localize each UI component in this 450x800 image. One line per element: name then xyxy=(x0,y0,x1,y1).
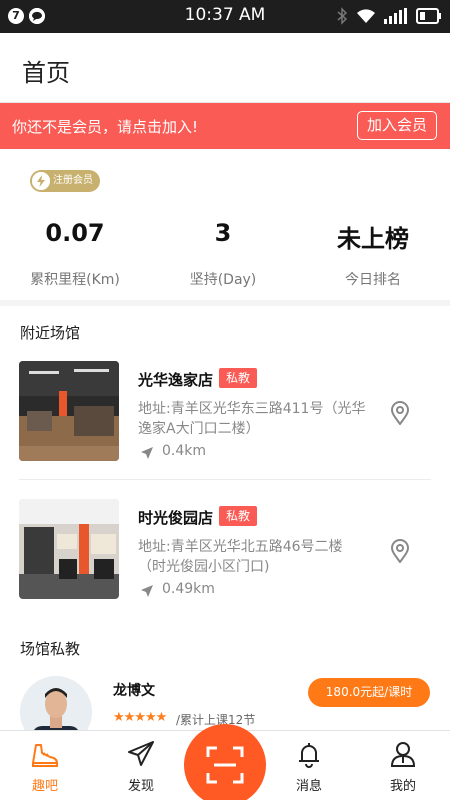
map-pin-icon[interactable] xyxy=(390,539,410,567)
tab-quba[interactable]: 趣吧 xyxy=(0,731,90,800)
tab-label: 发现 xyxy=(127,779,154,794)
venue-coaches-section: 场馆私教 龙博文 ★★★★★ /累计上课12节 180.0元起/课时 xyxy=(0,624,450,748)
private-coach-tag: 私教 xyxy=(219,506,258,526)
page-title: 首页 xyxy=(22,59,70,87)
stat-label: 今日排名 xyxy=(345,272,401,288)
divider xyxy=(19,479,431,480)
stat-value: 0.07 xyxy=(45,219,105,247)
section-title-nearby: 附近场馆 xyxy=(20,324,81,342)
venue-name: 时光俊园店 xyxy=(138,509,214,527)
rating-stars-icon: ★★★★★ xyxy=(113,710,167,725)
bluetooth-icon xyxy=(336,7,348,29)
venue-card[interactable]: 光华逸家店 私教 地址:青羊区光华东三路411号（光华逸家A大门口二楼） 0.4… xyxy=(0,361,450,481)
stat-value: 未上榜 xyxy=(337,225,409,253)
tab-mine[interactable]: 我的 xyxy=(358,731,448,800)
coach-name: 龙博文 xyxy=(113,683,155,699)
status-bar: 7 10:37 AM xyxy=(0,0,450,33)
navigation-arrow-icon xyxy=(140,445,154,464)
venue-photo xyxy=(19,499,119,599)
app-header: 首页 xyxy=(0,33,450,103)
tab-label: 趣吧 xyxy=(31,779,58,794)
tab-label: 消息 xyxy=(295,779,322,794)
lightning-icon xyxy=(32,172,50,190)
venue-address: 地址:青羊区光华北五路46号二楼（时光俊园小区门口) xyxy=(138,539,343,575)
tab-label: 我的 xyxy=(389,779,416,794)
register-member-label: 注册会员 xyxy=(53,175,93,186)
stat-mileage: 0.07 累积里程(Km) xyxy=(0,219,150,289)
battery-icon xyxy=(416,8,442,28)
stat-days: 3 坚持(Day) xyxy=(148,219,298,289)
membership-banner[interactable]: 你还不是会员，请点击加入! 加入会员 xyxy=(0,103,450,149)
wifi-icon xyxy=(356,8,376,28)
map-pin-icon[interactable] xyxy=(390,401,410,429)
tab-messages[interactable]: 消息 xyxy=(264,731,354,800)
stats-panel: 注册会员 0.07 累积里程(Km) 3 坚持(Day) 未上榜 今日排名 xyxy=(0,149,450,300)
venue-distance: 0.49km xyxy=(162,581,215,597)
section-title-coaches: 场馆私教 xyxy=(20,640,81,658)
venue-distance: 0.4km xyxy=(162,443,207,459)
banner-text: 你还不是会员，请点击加入! xyxy=(12,118,199,136)
join-member-button[interactable]: 加入会员 xyxy=(357,111,437,140)
stat-label: 坚持(Day) xyxy=(189,272,257,288)
stat-value: 3 xyxy=(214,219,232,247)
signal-icon xyxy=(384,8,408,28)
private-coach-tag: 私教 xyxy=(219,368,258,388)
venue-photo xyxy=(19,361,119,461)
coach-price-button[interactable]: 180.0元起/课时 xyxy=(308,678,430,707)
venue-name: 光华逸家店 xyxy=(138,371,214,389)
tab-discover[interactable]: 发现 xyxy=(96,731,186,800)
venue-address: 地址:青羊区光华东三路411号（光华逸家A大门口二楼） xyxy=(138,401,366,437)
venue-card[interactable]: 时光俊园店 私教 地址:青羊区光华北五路46号二楼（时光俊园小区门口) 0.49… xyxy=(0,499,450,619)
navigation-arrow-icon xyxy=(140,583,154,602)
scan-button[interactable] xyxy=(184,724,266,800)
register-member-badge[interactable]: 注册会员 xyxy=(30,170,100,192)
stat-label: 累积里程(Km) xyxy=(30,272,120,288)
nearby-venues-section: 附近场馆 光华逸家店 私教 地址:青羊区光华东三路411号（光华逸家A大门口二楼… xyxy=(0,306,450,636)
stat-rank: 未上榜 今日排名 xyxy=(298,219,448,289)
